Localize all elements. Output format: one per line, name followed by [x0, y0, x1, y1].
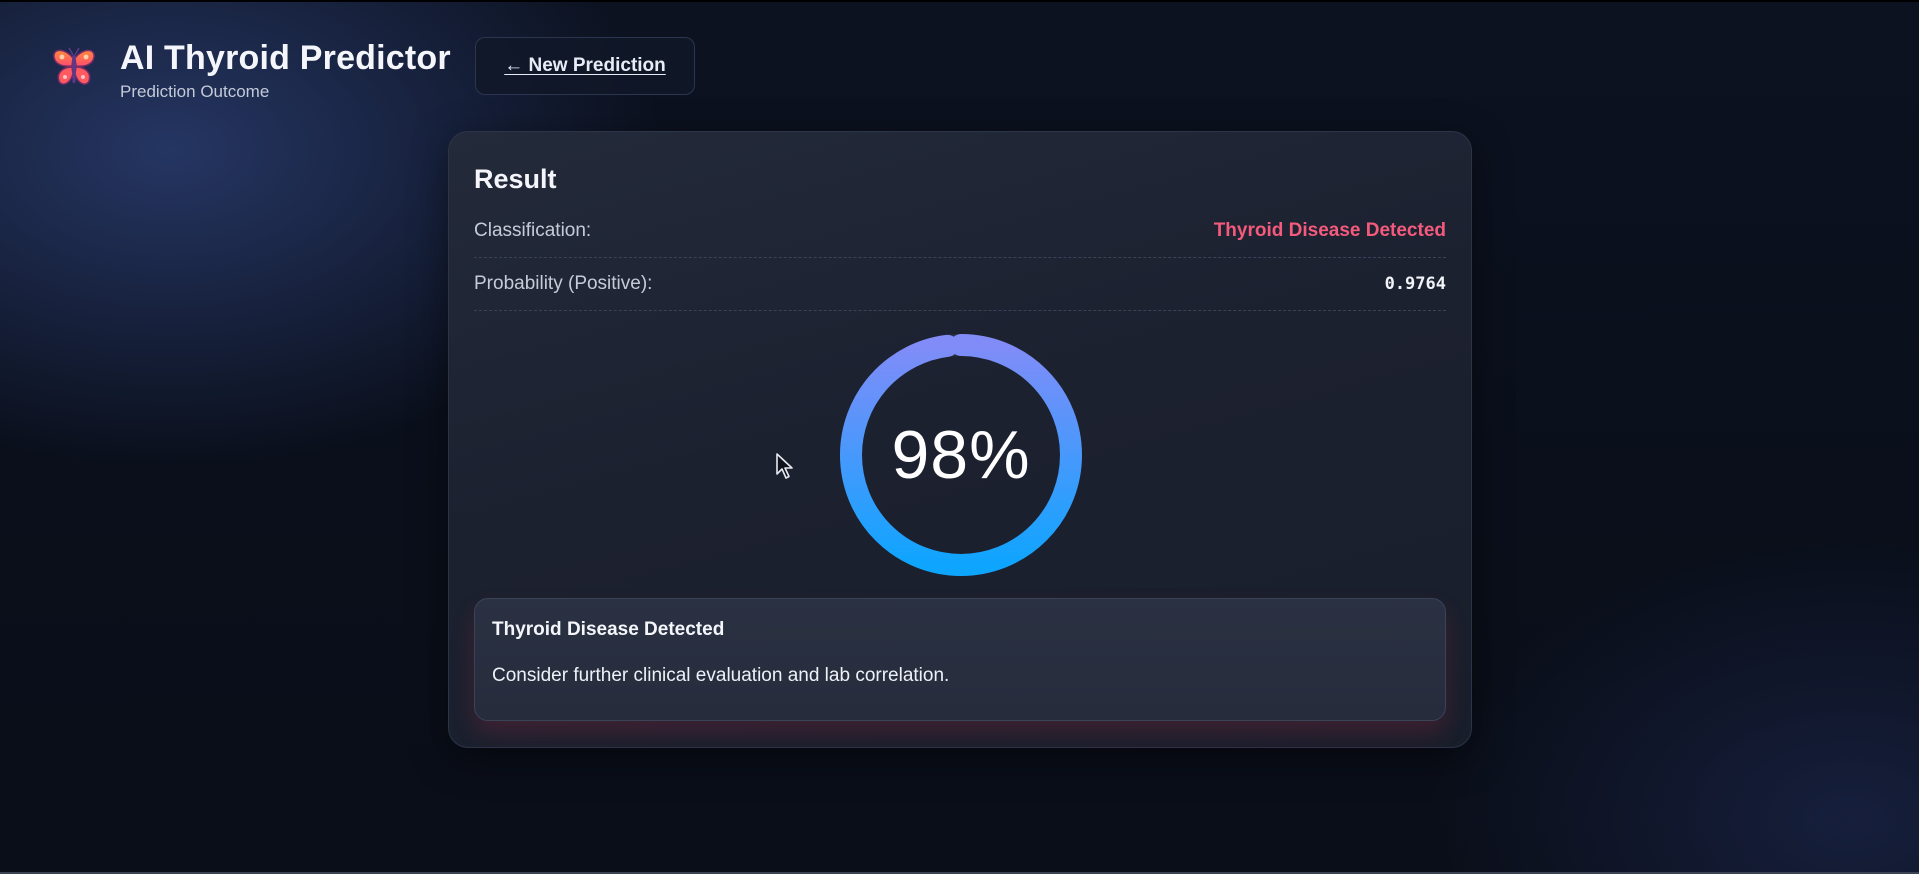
probability-value: 0.9764 — [1384, 274, 1446, 294]
classification-label: Classification: — [474, 220, 592, 241]
probability-row: Probability (Positive): 0.9764 — [474, 258, 1446, 311]
title-block: AI Thyroid Predictor Prediction Outcome — [120, 38, 451, 102]
app-header: AI Thyroid Predictor Prediction Outcome — [50, 38, 451, 102]
result-heading: Result — [474, 164, 557, 194]
result-card: Result Classification: Thyroid Disease D… — [448, 131, 1472, 748]
probability-label: Probability (Positive): — [474, 273, 653, 294]
window-top-edge — [0, 0, 1919, 2]
butterfly-icon — [53, 47, 95, 85]
classification-value: Thyroid Disease Detected — [1213, 220, 1446, 241]
app-title: AI Thyroid Predictor — [120, 39, 451, 77]
new-prediction-button[interactable]: ← New Prediction — [475, 37, 695, 95]
mouse-cursor-icon — [776, 453, 793, 479]
gauge-percent: 98% — [891, 417, 1031, 493]
callout-title: Thyroid Disease Detected — [492, 619, 725, 640]
callout-message: Consider further clinical evaluation and… — [492, 665, 950, 686]
classification-row: Classification: Thyroid Disease Detected — [474, 205, 1446, 258]
app-subtitle: Prediction Outcome — [120, 82, 270, 101]
result-callout: Thyroid Disease Detected Consider furthe… — [474, 598, 1446, 721]
